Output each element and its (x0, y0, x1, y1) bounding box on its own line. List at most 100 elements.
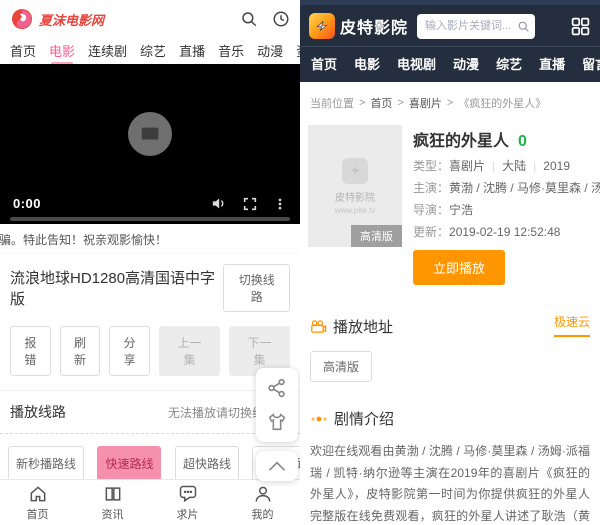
meta-update-value: 2019-02-19 12:52:48 (449, 225, 561, 239)
apps-grid-icon[interactable] (570, 16, 591, 37)
left-page: 夏沫电影网 首页 电影 连续剧 综艺 直播 音乐 动漫 资讯 (0, 0, 300, 525)
video-player[interactable]: 0:00 (0, 64, 300, 224)
source-tab-jisuyun[interactable]: 极速云 (553, 313, 590, 337)
play-address-title: 播放地址 (333, 319, 394, 336)
refresh-button[interactable]: 刷新 (59, 326, 101, 376)
right-page: 皮特影院 首页 电影 电视剧 动漫 综艺 直播 留言 当前位置 (300, 0, 600, 525)
search-box (417, 13, 536, 39)
breadcrumb-home[interactable]: 首页 (370, 95, 392, 111)
nav-item-music[interactable]: 音乐 (218, 41, 244, 60)
request-chat-icon (179, 485, 196, 502)
meta-actors-value[interactable]: 黄渤 / 沈腾 / 马修·莫里森 / 汤姆·派福瑞 (449, 181, 600, 195)
volume-icon[interactable] (210, 195, 227, 212)
route-button-active[interactable]: 快速路线 (97, 446, 162, 481)
video-title: 流浪地球HD1280高清国语中字版 (10, 270, 216, 308)
movie-detail: 皮特影院 www.pite.tv 高清版 疯狂的外星人 0 类型：喜剧片 | 大陆 |… (300, 117, 600, 293)
nav-item-variety[interactable]: 综艺 (140, 41, 166, 60)
tab-news[interactable]: 资讯 (75, 480, 150, 525)
floating-toolbar (256, 368, 298, 481)
search-icon[interactable] (517, 20, 530, 33)
tab-profile[interactable]: 我的 (225, 480, 300, 525)
meta-update: 更新：2019-02-19 12:52:48 (413, 225, 561, 239)
route-button[interactable]: 新秒播路线 (8, 446, 85, 481)
bottom-tabbar: 首页 资讯 求片 我的 (0, 479, 300, 525)
movie-info: 疯狂的外星人 0 类型：喜剧片 | 大陆 | 2019 主演：黄渤 / 沈腾 / 马修·… (413, 125, 600, 285)
logo-swirl-icon (12, 9, 32, 29)
switch-line-button[interactable]: 切换线路 (223, 264, 290, 312)
nav-item-message[interactable]: 留言 (582, 54, 600, 73)
camera-icon (311, 320, 327, 333)
history-icon[interactable] (272, 10, 290, 28)
right-header: 皮特影院 (300, 5, 600, 46)
home-icon (30, 485, 45, 501)
tshirt-icon[interactable] (266, 411, 288, 433)
meta-actors: 主演：黄渤 / 沈腾 / 马修·莫里森 / 汤姆·派福瑞 (413, 177, 600, 199)
movie-poster[interactable]: 皮特影院 www.pite.tv 高清版 (308, 125, 402, 247)
poster-watermark-url: www.pite.tv (334, 205, 376, 215)
quality-badge: 高清版 (351, 225, 402, 247)
site-logo-text: 夏沫电影网 (39, 12, 105, 28)
site-logo-text: 皮特影院 (340, 20, 409, 37)
notice-marquee: 受骗。特此告知！祝亲观影愉快！ (0, 224, 300, 254)
logo-lightning-icon (309, 13, 335, 39)
action-button-row: 报错 刷新 分享 上一集 下一集 (0, 324, 300, 391)
site-logo[interactable]: 皮特影院 (309, 13, 408, 39)
episode-list: 高清版 (300, 337, 600, 382)
intro-header: 剧情介绍 (300, 382, 600, 429)
back-to-top-box (256, 451, 298, 481)
movie-title: 疯狂的外星人 (413, 133, 510, 150)
chevron-up-icon[interactable] (267, 459, 287, 473)
site-logo[interactable]: 夏沫电影网 (10, 7, 104, 31)
nav-item-variety[interactable]: 综艺 (496, 54, 522, 73)
tab-request[interactable]: 求片 (150, 480, 225, 525)
nav-item-movies[interactable]: 电影 (354, 54, 380, 73)
report-error-button[interactable]: 报错 (10, 326, 51, 376)
search-icon[interactable] (240, 10, 258, 28)
breadcrumb-comedy[interactable]: 喜剧片 (409, 95, 442, 111)
nav-item-home[interactable]: 首页 (10, 41, 36, 60)
intro-title: 剧情介绍 (334, 411, 395, 428)
meta-director-value[interactable]: 宁浩 (449, 203, 473, 217)
meta-type-value[interactable]: 喜剧片 (449, 159, 485, 173)
broken-video-icon (128, 112, 172, 157)
more-vert-icon[interactable] (273, 196, 287, 212)
floating-tools-box (256, 368, 298, 442)
nav-item-anime[interactable]: 动漫 (453, 54, 479, 73)
nav-item-anime[interactable]: 动漫 (257, 41, 283, 60)
prev-episode-button[interactable]: 上一集 (159, 326, 221, 376)
episode-hd-button[interactable]: 高清版 (310, 351, 373, 382)
profile-icon (255, 486, 270, 502)
player-time: 0:00 (13, 196, 42, 211)
breadcrumb: 当前位置 > 首页 > 喜剧片 > 《疯狂的外星人》 (310, 95, 547, 111)
player-seekbar[interactable] (10, 217, 290, 221)
left-header: 夏沫电影网 (0, 0, 300, 38)
play-lines-title: 播放线路 (10, 404, 66, 420)
nav-item-live[interactable]: 直播 (539, 54, 565, 73)
fullscreen-icon[interactable] (242, 196, 258, 212)
meta-director: 导演：宁浩 (413, 203, 474, 217)
share-button[interactable]: 分享 (109, 326, 151, 376)
poster-watermark-icon (342, 157, 368, 184)
play-lines-header: 播放线路 无法播放请切换线路 (0, 391, 300, 433)
meta-region-value[interactable]: 大陆 (502, 159, 526, 173)
nav-item-live[interactable]: 直播 (179, 41, 205, 60)
play-address-header: 播放地址 极速云 (300, 293, 600, 337)
nav-item-series[interactable]: 连续剧 (88, 41, 127, 60)
meta-type: 类型：喜剧片 | 大陆 | 2019 (413, 159, 570, 173)
left-header-icons (240, 10, 290, 28)
notice-text: 受骗。特此告知！祝亲观影愉快！ (0, 233, 168, 247)
movie-score: 0 (518, 133, 527, 150)
poster-watermark-name: 皮特影院 (335, 192, 375, 204)
nav-item-movies[interactable]: 电影 (49, 41, 75, 65)
video-title-row: 流浪地球HD1280高清国语中字版 切换线路 (0, 254, 300, 324)
news-icon (105, 486, 120, 501)
nav-item-home[interactable]: 首页 (311, 54, 337, 73)
meta-year-value[interactable]: 2019 (543, 159, 570, 173)
tab-home[interactable]: 首页 (0, 480, 75, 525)
route-button[interactable]: 超快路线 (174, 446, 239, 481)
play-now-button[interactable]: 立即播放 (413, 250, 506, 285)
nav-item-tv[interactable]: 电视剧 (397, 54, 436, 73)
intro-dots-icon (311, 416, 327, 421)
share-icon[interactable] (266, 377, 288, 399)
right-nav: 首页 电影 电视剧 动漫 综艺 直播 留言 (300, 47, 600, 82)
